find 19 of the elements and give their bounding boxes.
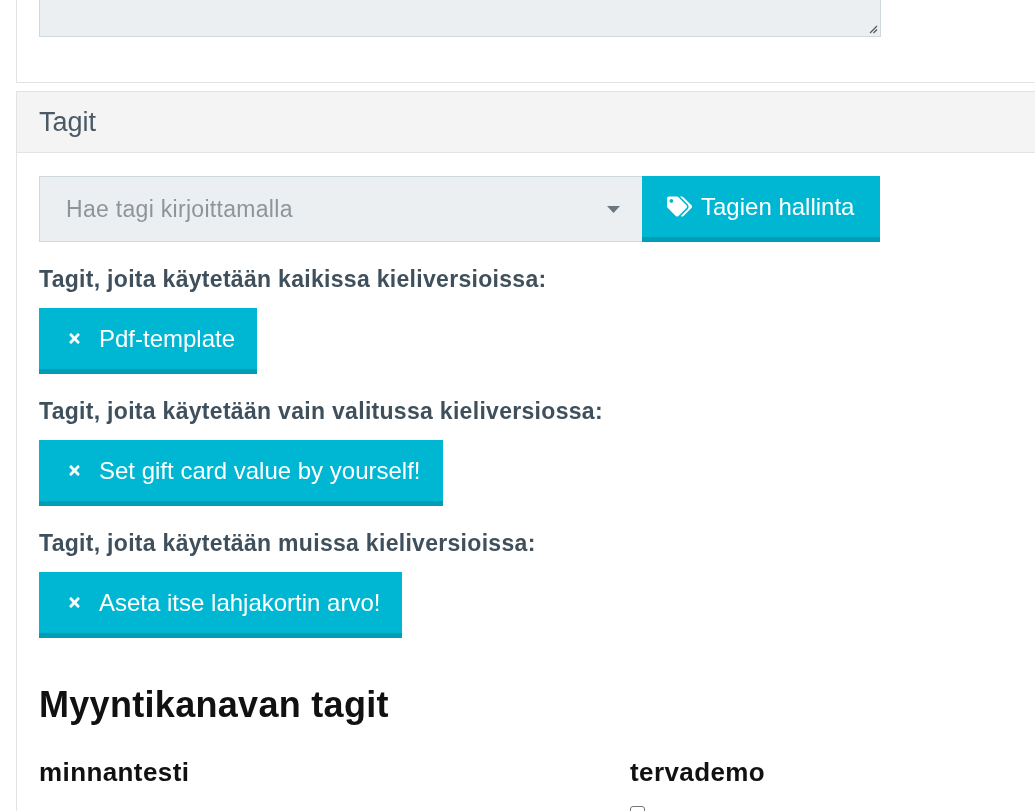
remove-icon [67, 595, 82, 610]
tag-group-label: Tagit, joita käytetään muissa kieliversioissa: [39, 530, 536, 556]
caret-icon [607, 205, 620, 213]
manage-tags-button[interactable]: Tagien hallinta [642, 176, 880, 242]
tags-icon [667, 194, 692, 219]
channel-name: minnantesti [39, 757, 190, 787]
section-heading: Myyntikanavan tagit [39, 685, 389, 725]
remove-icon [67, 463, 82, 478]
remove-icon [67, 331, 82, 346]
tag-search-select[interactable]: Hae tagi kirjoittamalla [39, 176, 642, 242]
tag-chip[interactable]: Aseta itse lahjakortin arvo! [39, 572, 403, 638]
tag-group-label: Tagit, joita käytetään vain valitussa kieliversiossa: [39, 398, 603, 424]
tag-chip[interactable]: Set gift card value by yourself! [39, 440, 443, 506]
tag-chip[interactable]: Pdf-template [39, 308, 258, 374]
search-placeholder: Hae tagi kirjoittamalla [66, 195, 294, 223]
tag-group-label: Tagit, joita käytetään kaikissa kieliversioissa: [39, 266, 547, 292]
resize-grip-icon[interactable] [868, 24, 878, 34]
channel-name: tervademo [630, 757, 766, 787]
panel-title: Tagit [39, 106, 97, 138]
